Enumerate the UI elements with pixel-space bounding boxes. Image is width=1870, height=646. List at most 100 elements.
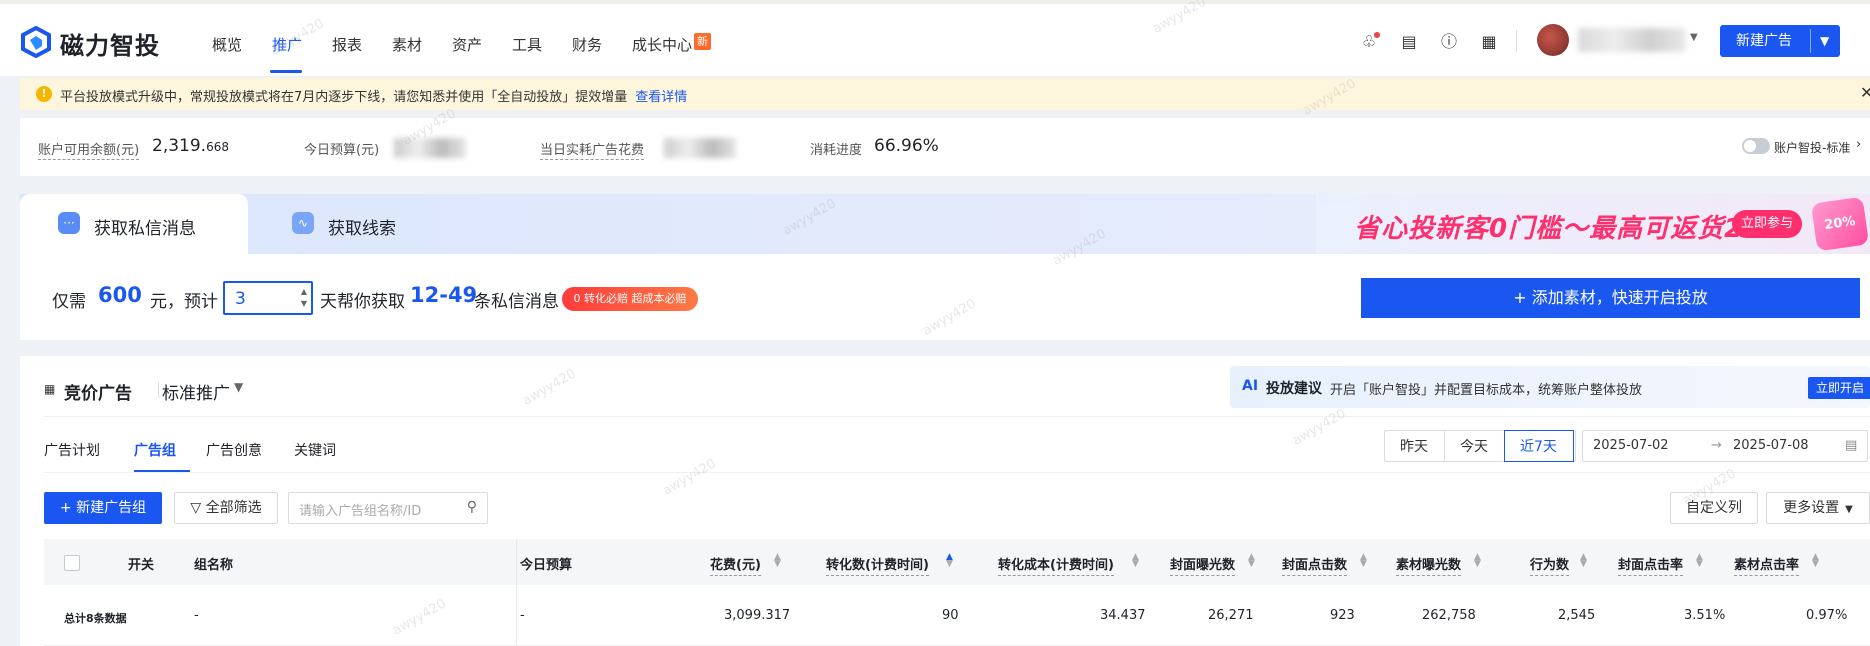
filter-icon: ▽ — [190, 500, 206, 516]
nav-item-overview[interactable]: 概览 — [212, 34, 242, 55]
summary-conversion-cost: 34.437 — [1100, 608, 1146, 623]
smart-account-toggle[interactable] — [1742, 138, 1770, 154]
calendar-icon[interactable]: ▤ — [1845, 438, 1857, 453]
budget-value-blurred — [394, 138, 466, 158]
col-actions[interactable]: 行为数 — [1530, 554, 1570, 576]
search-input[interactable]: 请输入广告组名称/ID ⚲ — [288, 492, 488, 524]
nav-item-growth-center[interactable]: 成长中心 — [632, 34, 692, 55]
col-conversion-cost[interactable]: 转化成本(计费时间) — [998, 554, 1114, 576]
nav-item-materials[interactable]: 素材 — [392, 34, 422, 55]
days-stepper[interactable]: 3 ▲ ▼ — [223, 281, 313, 315]
gift-icon: 20% — [1810, 196, 1870, 252]
divider — [44, 472, 1870, 473]
message-icon[interactable]: ▤ — [1398, 31, 1420, 53]
advice-text: 开启「账户智投」并配置目标成本，统筹账户整体投放 — [1330, 383, 1643, 398]
range-value: 12-49 — [410, 283, 478, 307]
logo-icon — [21, 26, 51, 58]
date-today-button[interactable]: 今天 — [1460, 436, 1488, 456]
nav-item-assets[interactable]: 资产 — [452, 34, 482, 55]
filter-button-label: 全部筛选 — [205, 500, 262, 516]
promo-banner-text: 省心投新客0门槛～最高可返货20% — [1354, 214, 1790, 244]
spend-label: 当日实耗广告花费 — [540, 139, 645, 160]
summary-material-ctr: 0.97% — [1806, 608, 1848, 623]
chevron-down-icon[interactable]: ▼ — [234, 380, 243, 394]
balance-value: 2,319.668 — [152, 136, 229, 156]
join-now-button[interactable]: 立即参与 — [1732, 210, 1802, 238]
promo-banner[interactable]: 省心投新客0门槛～最高可返货20% 立即参与 20% — [1316, 194, 1870, 254]
select-all-checkbox[interactable] — [64, 555, 80, 571]
col-today-budget: 今日预算 — [520, 558, 573, 573]
custom-columns-button[interactable]: 自定义列 — [1670, 492, 1758, 524]
promo-estimate-panel: 仅需 600 元，预计 3 ▲ ▼ 天帮你获取 12-49 条私信消息 0 转化必… — [20, 254, 1870, 340]
col-cover-ctr[interactable]: 封面点击率 — [1618, 554, 1684, 576]
new-ad-dropdown-icon[interactable]: ▼ — [1820, 25, 1829, 57]
top-navbar: 磁力智投 概览 推广 报表 素材 资产 工具 财务 成长中心 新 ♧ ▤ ⓘ ▦… — [0, 0, 1870, 76]
account-chevron-down-icon[interactable]: ▼ — [1690, 32, 1698, 43]
tab-ad-creative[interactable]: 广告创意 — [206, 440, 262, 460]
tab-ad-plan[interactable]: 广告计划 — [44, 440, 100, 460]
new-ad-button[interactable]: 新建广告 ▼ — [1720, 25, 1840, 57]
account-name-blurred[interactable] — [1578, 28, 1686, 52]
advice-banner: AI 投放建议 开启「账户智投」并配置目标成本，统筹账户整体投放 立即开启 — [1230, 366, 1870, 408]
balance-integer: 2,319. — [152, 136, 207, 156]
summary-conversions: 90 — [942, 608, 959, 623]
enable-now-button[interactable]: 立即开启 — [1808, 377, 1870, 399]
summary-label: 总计8条数据 — [64, 612, 127, 625]
search-icon[interactable]: ⚲ — [467, 499, 477, 515]
new-ad-button-separator — [1810, 29, 1811, 53]
nav-item-finance[interactable]: 财务 — [572, 34, 602, 55]
col-cost[interactable]: 花费(元) — [710, 554, 761, 576]
tab-private-messages[interactable]: 获取私信消息 — [94, 214, 196, 239]
sort-cost-icon[interactable]: ▲ ▼ — [774, 553, 781, 569]
tab-leads[interactable]: 获取线索 — [328, 214, 396, 239]
date-last7-button[interactable]: 近7天 — [1520, 436, 1557, 456]
col-group-name: 组名称 — [194, 558, 234, 573]
new-ad-button-label: 新建广告 — [1736, 33, 1792, 49]
grid-icon: ▦ — [44, 382, 56, 396]
sort-material-ctr-icon[interactable]: ▲ ▼ — [1812, 553, 1819, 569]
smart-account-label[interactable]: 账户智投-标准 — [1774, 139, 1850, 156]
summary-name: - — [194, 608, 199, 623]
filter-button[interactable]: ▽ 全部筛选 — [174, 492, 278, 524]
chevron-right-icon[interactable]: › — [1856, 137, 1861, 152]
sort-cover-ctr-icon[interactable]: ▲ ▼ — [1696, 553, 1703, 569]
new-badge: 新 — [694, 33, 711, 50]
standard-promotion-select[interactable]: 标准推广 — [162, 379, 230, 404]
tab-keywords[interactable]: 关键词 — [294, 440, 336, 460]
col-material-impressions[interactable]: 素材曝光数 — [1396, 554, 1462, 576]
col-cover-clicks[interactable]: 封面点击数 — [1282, 554, 1348, 576]
budget-label: 今日预算(元) — [304, 143, 380, 158]
help-icon[interactable]: ⓘ — [1438, 31, 1460, 53]
sort-cover-impressions-icon[interactable]: ▲ ▼ — [1248, 553, 1255, 569]
divider — [44, 416, 1870, 417]
date-range-picker[interactable]: 2025-07-02 → 2025-07-08 ▤ — [1582, 430, 1868, 462]
more-settings-button[interactable]: 更多设置 ▼ — [1766, 492, 1870, 524]
nav-item-promotion[interactable]: 推广 — [272, 34, 302, 55]
sort-material-impressions-icon[interactable]: ▲ ▼ — [1474, 553, 1481, 569]
add-material-button[interactable]: + 添加素材，快速开启投放 — [1361, 278, 1860, 318]
date-yesterday-button[interactable]: 昨天 — [1400, 436, 1428, 456]
sort-conversion-cost-icon[interactable]: ▲ ▼ — [1132, 553, 1139, 569]
new-ad-group-button[interactable]: + 新建广告组 — [44, 492, 162, 524]
notice-details-link[interactable]: 查看详情 — [635, 90, 687, 105]
nav-item-reports[interactable]: 报表 — [332, 34, 362, 55]
sort-actions-icon[interactable]: ▲ ▼ — [1580, 553, 1587, 569]
nav-item-tools[interactable]: 工具 — [512, 34, 542, 55]
avatar[interactable] — [1537, 24, 1569, 56]
sort-conversions-icon[interactable]: ▲ ▼ — [946, 553, 953, 569]
days-value: 3 — [235, 289, 246, 309]
tab-ad-group[interactable]: 广告组 — [134, 440, 176, 460]
ad-management-panel: ▦ 竞价广告 标准推广 ▼ AI 投放建议 开启「账户智投」并配置目标成本，统筹… — [20, 356, 1870, 646]
col-cover-impressions[interactable]: 封面曝光数 — [1170, 554, 1236, 576]
nav-active-indicator — [270, 70, 302, 73]
notice-message: 平台投放模式升级中，常规投放模式将在7月内逐步下线，请您知悉并使用「全自动投放」… — [60, 90, 628, 105]
col-conversions[interactable]: 转化数(计费时间) — [826, 554, 929, 576]
close-icon[interactable]: ✕ — [1860, 83, 1870, 102]
stepper-arrows-icon[interactable]: ▲ ▼ — [301, 286, 307, 310]
chevron-down-icon: ▼ — [1845, 504, 1853, 515]
warning-icon: ! — [36, 86, 52, 102]
qrcode-icon[interactable]: ▦ — [1478, 31, 1500, 53]
col-material-ctr[interactable]: 素材点击率 — [1734, 554, 1800, 576]
sort-cover-clicks-icon[interactable]: ▲ ▼ — [1360, 553, 1367, 569]
date-start: 2025-07-02 — [1593, 438, 1669, 453]
